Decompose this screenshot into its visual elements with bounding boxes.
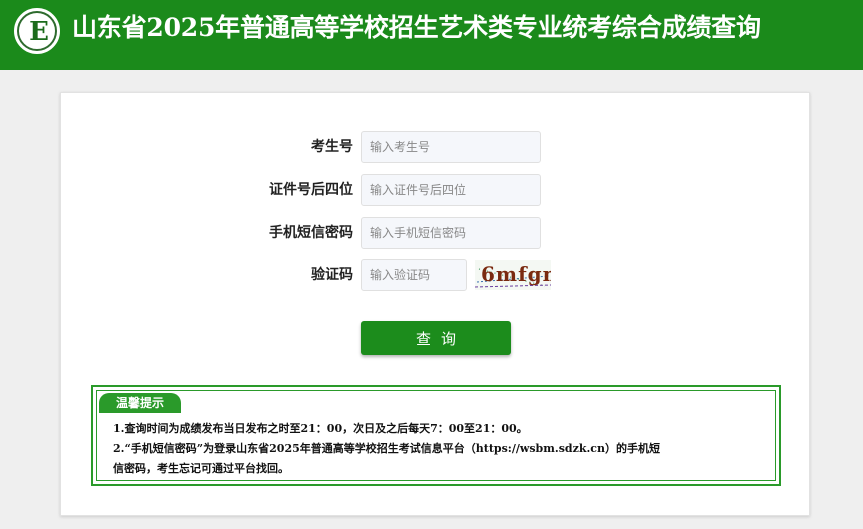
id-last4-row: 证件号后四位 (61, 174, 811, 206)
exam-number-row: 考生号 (61, 131, 811, 163)
notice-line-2: 2.“手机短信密码”为登录山东省2025年普通高等学校招生考试信息平台（http… (113, 442, 660, 455)
school-emblem-icon: E (12, 6, 62, 56)
notice-title: 温馨提示 (99, 393, 181, 413)
page-title: 山东省2025年普通高等学校招生艺术类专业统考综合成绩查询 (72, 13, 761, 42)
notice-inner-border: 温馨提示 1.查询时间为成绩发布当日发布之时至21：00，次日及之后每天7：00… (96, 390, 776, 481)
notice-box: 温馨提示 1.查询时间为成绩发布当日发布之时至21：00，次日及之后每天7：00… (91, 385, 781, 486)
sms-password-row: 手机短信密码 (61, 217, 811, 249)
sms-password-label: 手机短信密码 (269, 225, 353, 241)
captcha-row: 验证码 6mfgm (61, 259, 811, 291)
exam-number-label: 考生号 (311, 139, 353, 155)
sms-password-input[interactable] (361, 217, 541, 249)
query-form-card: 考生号 证件号后四位 手机短信密码 验证码 6mfgm 查询 温馨提示 1.查询… (60, 92, 810, 516)
query-button[interactable]: 查询 (361, 321, 511, 355)
captcha-input[interactable] (361, 259, 467, 291)
notice-line-3: 信密码，考生忘记可通过平台找回。 (113, 462, 289, 475)
exam-number-input[interactable] (361, 131, 541, 163)
captcha-label: 验证码 (311, 267, 353, 283)
captcha-text: 6mfgm (481, 262, 551, 286)
captcha-image[interactable]: 6mfgm (475, 260, 551, 290)
emblem-letter: E (29, 17, 49, 47)
notice-line-1: 1.查询时间为成绩发布当日发布之时至21：00，次日及之后每天7：00至21：0… (113, 422, 528, 435)
site-header: E 山东省2025年普通高等学校招生艺术类专业统考综合成绩查询 (0, 0, 863, 70)
emblem-ring: E (17, 11, 57, 51)
id-last4-input[interactable] (361, 174, 541, 206)
id-last4-label: 证件号后四位 (269, 182, 353, 198)
